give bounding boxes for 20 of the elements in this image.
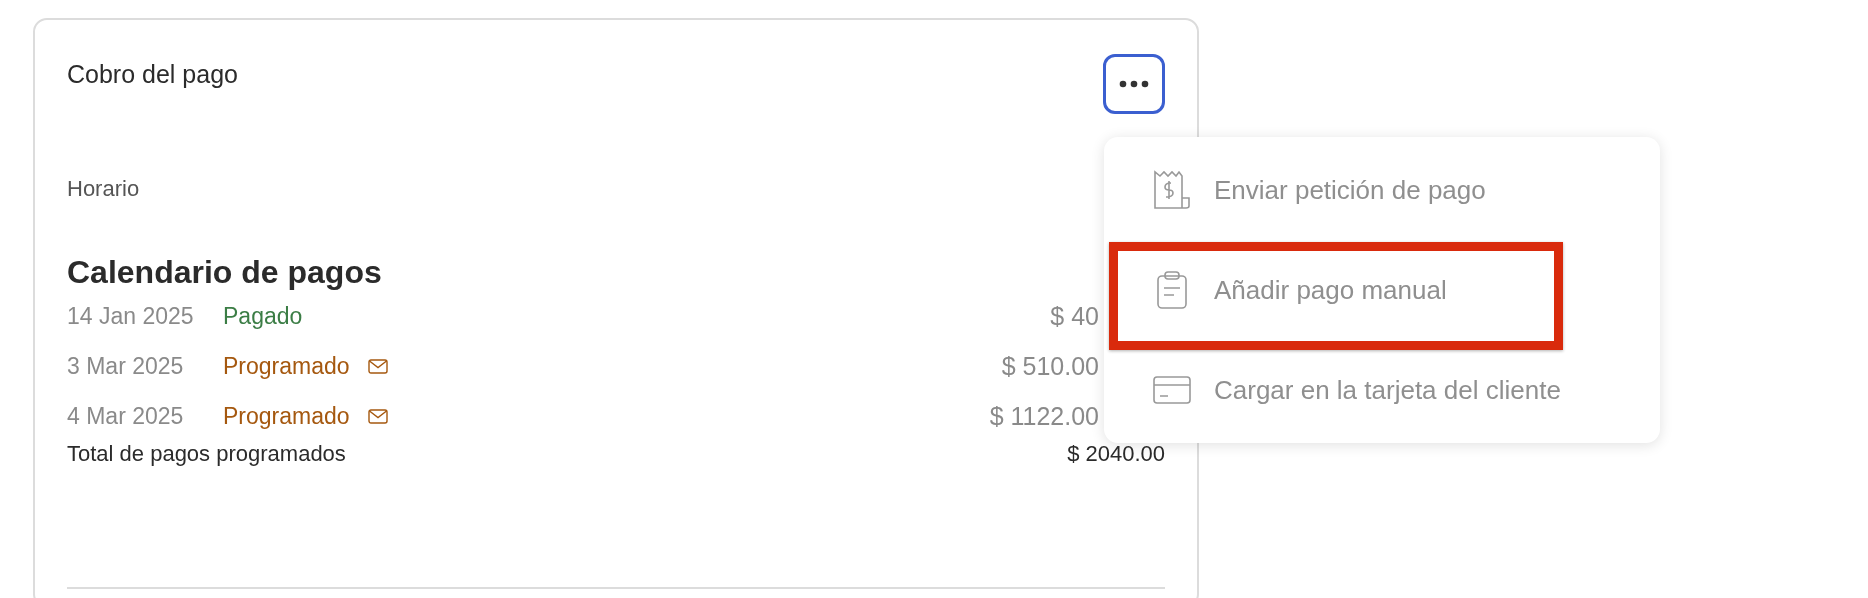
payment-status: Programado (223, 352, 350, 380)
receipt-dollar-icon (1152, 170, 1192, 210)
section-label: Horario (67, 176, 141, 202)
menu-item[interactable]: Enviar petición de pago (1214, 174, 1486, 206)
total-label: Total de pagos programados (67, 441, 346, 467)
payment-status: Pagado (223, 302, 303, 330)
more-options-button[interactable] (1103, 54, 1165, 114)
payment-amount: $ 510.00 (1001, 351, 1099, 381)
total-amount: $ 2040.00 (1067, 441, 1165, 467)
section-heading: Calendario de pagos (67, 254, 383, 291)
ellipsis-icon (1119, 80, 1149, 88)
card-title: Cobro del pago (67, 60, 238, 89)
payment-status: Programado (223, 402, 350, 430)
payment-date: 4 Mar 2025 (67, 402, 185, 430)
menu-item[interactable]: Cargar en la tarjeta del cliente (1214, 374, 1561, 406)
payment-amount: $ 1122.00 (989, 401, 1099, 431)
payment-amount: $ 40 (1050, 301, 1099, 331)
menu-item[interactable]: Añadir pago manual (1214, 274, 1447, 306)
payment-date: 14 Jan 2025 (67, 302, 195, 330)
payment-date: 3 Mar 2025 (67, 352, 185, 380)
